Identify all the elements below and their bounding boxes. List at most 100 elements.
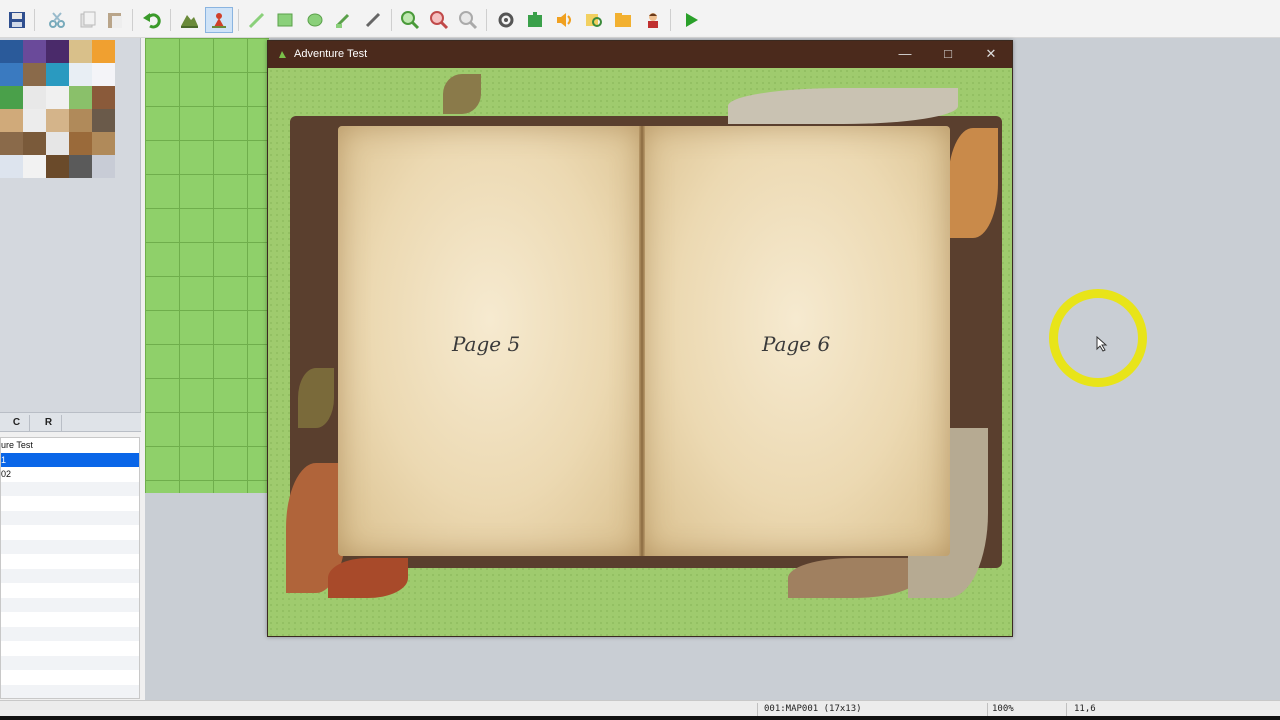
- window-titlebar[interactable]: Adventure Test — □ ✕: [268, 41, 1012, 68]
- sound-icon[interactable]: [553, 9, 575, 31]
- bottom-edge: [0, 716, 1280, 720]
- pencil-icon[interactable]: [246, 9, 268, 31]
- save-icon[interactable]: [6, 9, 28, 31]
- tile[interactable]: [92, 63, 115, 86]
- app-icon: [279, 51, 286, 58]
- tile[interactable]: [46, 155, 69, 178]
- database-icon[interactable]: [495, 9, 517, 31]
- rectangle-icon[interactable]: [274, 9, 296, 31]
- tile[interactable]: [92, 109, 115, 132]
- map-list-item[interactable]: [1, 496, 139, 511]
- status-coords: 11,6: [1074, 704, 1096, 714]
- tile[interactable]: [46, 86, 69, 109]
- status-map: 001:MAP001 (17x13): [764, 704, 862, 714]
- shadow-pen-icon[interactable]: [362, 9, 384, 31]
- tile[interactable]: [0, 63, 23, 86]
- map-list-item[interactable]: [1, 670, 139, 685]
- window-title: Adventure Test: [294, 48, 368, 60]
- playtest-window: Adventure Test — □ ✕ Page 5 Page 6: [267, 40, 1013, 637]
- left-page-text: Page 5: [452, 332, 521, 356]
- tile[interactable]: [92, 86, 115, 109]
- tile[interactable]: [46, 40, 69, 63]
- right-page-text: Page 6: [762, 332, 831, 356]
- tile[interactable]: [46, 109, 69, 132]
- map-canvas[interactable]: [145, 38, 269, 493]
- leaf-decoration: [443, 74, 481, 114]
- lace-decoration: [728, 88, 958, 124]
- map-list-item[interactable]: [1, 583, 139, 598]
- tile[interactable]: [69, 155, 92, 178]
- status-zoom: 100%: [992, 704, 1014, 714]
- map-list-item[interactable]: [1, 539, 139, 554]
- event-layer-icon[interactable]: [205, 7, 233, 33]
- map-list-item[interactable]: [1, 554, 139, 569]
- ellipse-icon[interactable]: [304, 9, 326, 31]
- event-searcher-icon[interactable]: [583, 9, 605, 31]
- map-layer-icon[interactable]: [178, 9, 200, 31]
- minimize-button[interactable]: —: [892, 45, 918, 63]
- tile[interactable]: [23, 86, 46, 109]
- mouse-cursor-icon: [1096, 336, 1108, 352]
- map-list-item[interactable]: 02: [1, 467, 139, 482]
- game-screen[interactable]: Page 5 Page 6: [268, 68, 1012, 636]
- map-list-item[interactable]: ure Test: [1, 438, 139, 453]
- tile[interactable]: [69, 132, 92, 155]
- paste-icon[interactable]: [104, 9, 126, 31]
- tile[interactable]: [69, 86, 92, 109]
- tab-r[interactable]: R: [36, 415, 62, 431]
- tile[interactable]: [23, 63, 46, 86]
- tab-c[interactable]: C: [4, 415, 30, 431]
- rpg-maker-editor: C R ure Test 1 02 Adventure Test — □ ✕ P…: [0, 0, 1280, 720]
- leaf-decoration: [948, 128, 998, 238]
- tile[interactable]: [69, 63, 92, 86]
- tile[interactable]: [69, 40, 92, 63]
- tile[interactable]: [92, 155, 115, 178]
- tile[interactable]: [0, 86, 23, 109]
- maximize-button[interactable]: □: [935, 45, 961, 63]
- book-spine: [639, 126, 645, 556]
- tile[interactable]: [23, 40, 46, 63]
- tile[interactable]: [0, 40, 23, 63]
- map-tree: ure Test 1 02: [0, 437, 140, 699]
- playtest-icon[interactable]: [680, 9, 702, 31]
- resource-manager-icon[interactable]: [612, 9, 634, 31]
- map-list-item[interactable]: [1, 510, 139, 525]
- tile[interactable]: [46, 132, 69, 155]
- tile[interactable]: [0, 132, 23, 155]
- map-list-item[interactable]: [1, 525, 139, 540]
- close-button[interactable]: ✕: [978, 45, 1004, 63]
- zoom-actual-icon[interactable]: [457, 9, 479, 31]
- tile[interactable]: [92, 132, 115, 155]
- tile[interactable]: [92, 40, 115, 63]
- map-list-item[interactable]: [1, 655, 139, 670]
- map-list-item[interactable]: [1, 641, 139, 656]
- tile[interactable]: [23, 109, 46, 132]
- map-list-item[interactable]: [1, 568, 139, 583]
- tile[interactable]: [0, 155, 23, 178]
- fill-icon[interactable]: [332, 9, 354, 31]
- tile[interactable]: [23, 132, 46, 155]
- map-list-item[interactable]: [1, 612, 139, 627]
- tile[interactable]: [46, 63, 69, 86]
- leaf-decoration: [788, 558, 918, 598]
- tile[interactable]: [0, 109, 23, 132]
- tile-grid[interactable]: [0, 40, 130, 179]
- map-list-item[interactable]: [1, 684, 139, 698]
- tile[interactable]: [69, 109, 92, 132]
- map-list-item[interactable]: [1, 597, 139, 612]
- copy-icon[interactable]: [76, 9, 98, 31]
- tileset-tabs: C R: [0, 412, 141, 432]
- leaf-decoration: [298, 368, 334, 428]
- undo-icon[interactable]: [141, 9, 163, 31]
- plugin-icon[interactable]: [524, 9, 546, 31]
- leaf-decoration: [328, 558, 408, 598]
- cut-icon[interactable]: [46, 9, 68, 31]
- character-generator-icon[interactable]: [642, 9, 664, 31]
- tile[interactable]: [23, 155, 46, 178]
- zoom-in-icon[interactable]: [399, 9, 421, 31]
- main-toolbar: [0, 0, 1280, 38]
- map-list-item[interactable]: [1, 626, 139, 641]
- map-list-item[interactable]: [1, 481, 139, 496]
- zoom-out-icon[interactable]: [428, 9, 450, 31]
- map-list-item[interactable]: 1: [1, 452, 139, 467]
